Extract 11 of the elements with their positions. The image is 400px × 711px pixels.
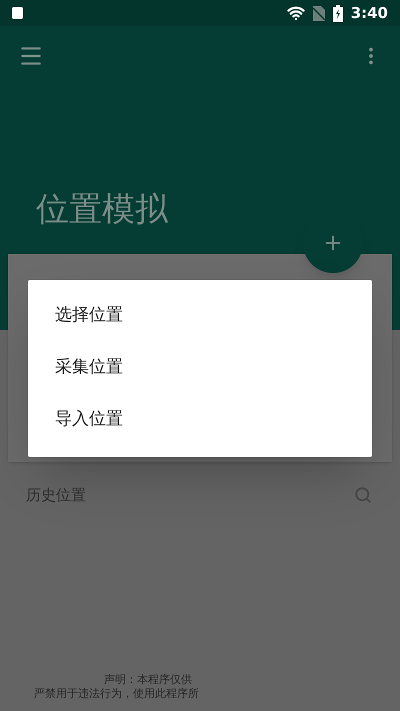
app-notification-icon [12, 7, 23, 19]
menu-item[interactable]: 导入位置 [28, 394, 372, 446]
disclaimer-text: 声明：本程序仅供 [103, 673, 193, 687]
wifi-icon [286, 4, 305, 22]
battery-charging-icon [332, 4, 343, 22]
no-sim-icon [312, 6, 325, 20]
menu-item[interactable]: 采集位置 [28, 342, 372, 394]
status-time: 3:40 [350, 2, 388, 24]
page-title: 位置模拟 [36, 189, 168, 228]
disclaimer-text: 严禁用于违法行为，使用此程序所 [33, 687, 200, 701]
menu-item[interactable]: 选择位置 [28, 290, 372, 342]
